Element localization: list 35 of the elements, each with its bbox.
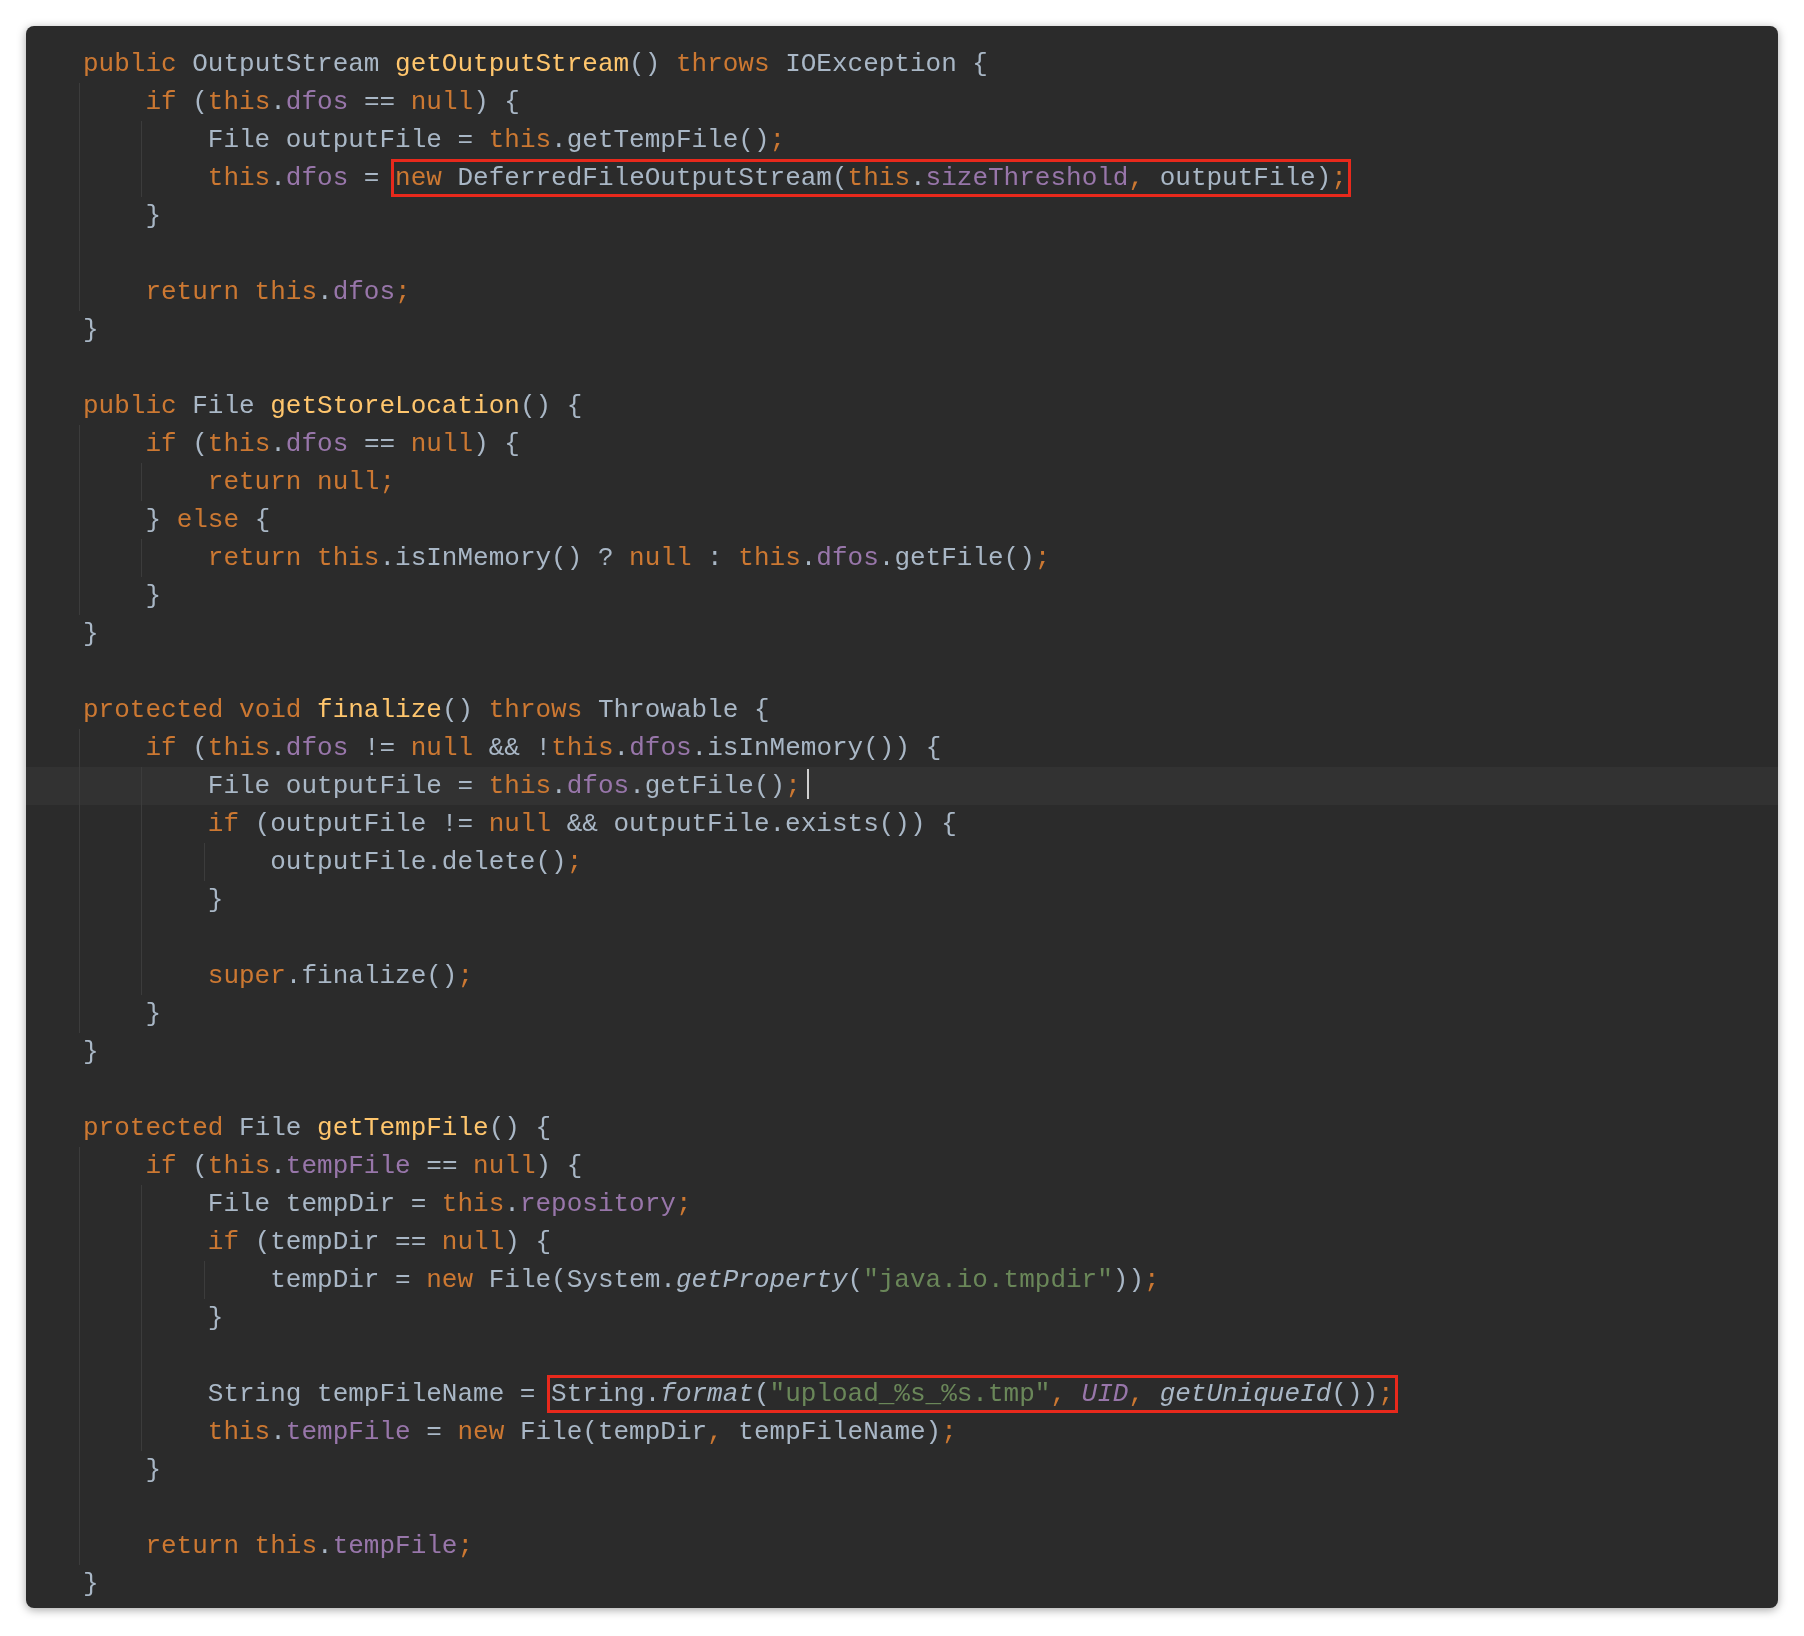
code-line: if (this.dfos == null) { xyxy=(145,428,521,461)
code-line: super.finalize(); xyxy=(207,960,475,993)
code-line: } xyxy=(145,200,162,233)
code-line: if (this.tempFile == null) { xyxy=(145,1150,584,1183)
code-line: } xyxy=(83,1568,100,1601)
code-line: if (tempDir == null) { xyxy=(207,1226,553,1259)
code-line: String tempFileName = String.format("upload_%s_%s.tmp", UID, getUniqueId()); xyxy=(207,1375,1400,1413)
code-line: this.dfos = new DeferredFileOutputStream(this.sizeThreshold, outputFile); xyxy=(207,159,1353,197)
code-line: if (outputFile != null && outputFile.exists()) { xyxy=(207,808,958,841)
code-line: return this.tempFile; xyxy=(145,1530,475,1563)
code-line: this.tempFile = new File(tempDir, tempFileName); xyxy=(207,1416,958,1449)
code-line: protected void finalize() throws Throwable { xyxy=(83,694,771,727)
code-line: return this.isInMemory() ? null : this.dfos.getFile(); xyxy=(207,542,1052,575)
code-line: outputFile.delete(); xyxy=(270,846,584,879)
code-line: } xyxy=(145,580,162,613)
code-line: } xyxy=(83,1036,100,1069)
code-line: } xyxy=(207,884,225,917)
code-line: } xyxy=(145,1454,162,1487)
code-line: if (this.dfos == null) { xyxy=(145,86,521,119)
code-line: File outputFile = this.dfos.getFile(); xyxy=(207,770,802,803)
code-line: if (this.dfos != null && !this.dfos.isInMemory()) { xyxy=(145,732,943,765)
code-line: public OutputStream getOutputStream() throws IOException { xyxy=(83,48,989,81)
code-line: } xyxy=(83,618,100,651)
code-line: } xyxy=(145,998,162,1031)
code-line: } xyxy=(83,314,100,347)
code-line: } else { xyxy=(145,504,272,537)
code-line: return null; xyxy=(207,466,397,499)
code-line: File outputFile = this.getTempFile(); xyxy=(207,124,787,157)
code-line: File tempDir = this.repository; xyxy=(207,1188,693,1221)
code-line: tempDir = new File(System.getProperty("java.io.tmpdir")); xyxy=(270,1264,1161,1297)
code-line: public File getStoreLocation() { xyxy=(83,390,584,423)
code-line: protected File getTempFile() { xyxy=(83,1112,553,1145)
code-line: return this.dfos; xyxy=(145,276,412,309)
text-cursor xyxy=(806,769,809,800)
code-line: } xyxy=(207,1302,225,1335)
